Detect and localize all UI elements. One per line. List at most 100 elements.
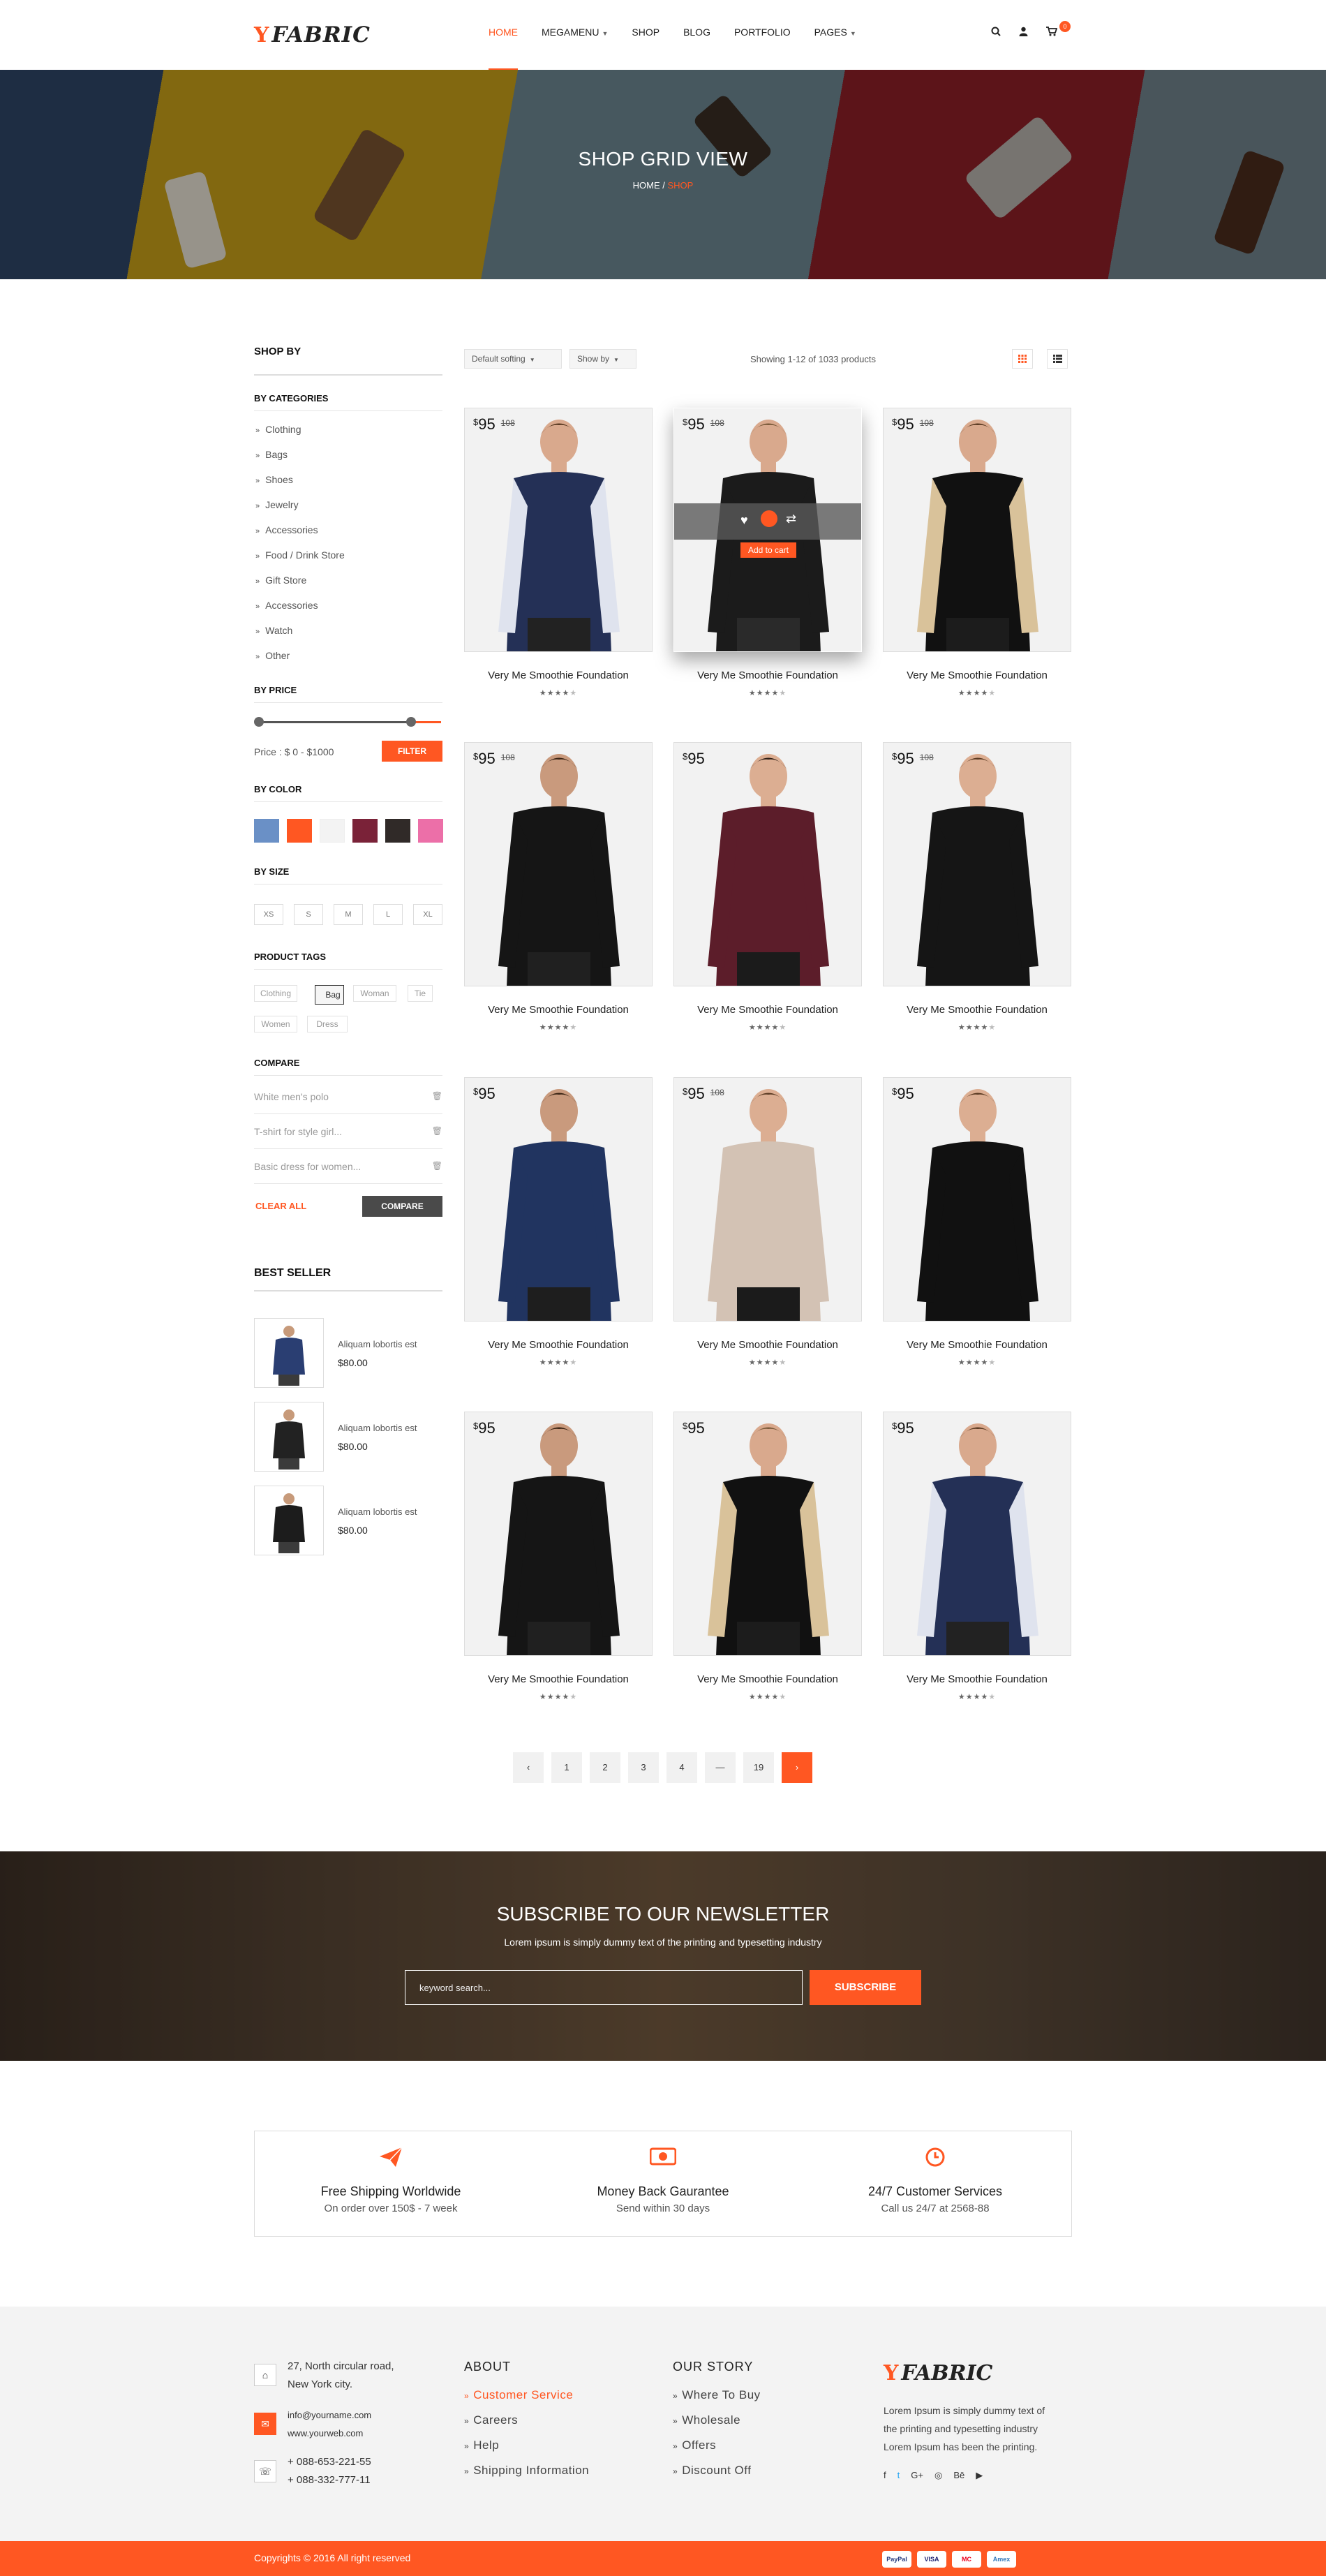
product-card[interactable]: $95 108 <box>883 742 1071 986</box>
category-item[interactable]: » Food / Drink Store <box>255 549 345 561</box>
list-view-button[interactable] <box>1047 349 1068 369</box>
footer-link[interactable]: » Help <box>464 2438 499 2452</box>
trash-icon[interactable]: 🗑 <box>432 1126 442 1136</box>
category-item[interactable]: » Shoes <box>255 474 293 485</box>
google-plus-icon[interactable]: G+ <box>911 2470 923 2481</box>
product-card[interactable]: $95 <box>883 1077 1071 1322</box>
product-name[interactable]: Very Me Smoothie Foundation <box>673 1004 862 1016</box>
footer-link[interactable]: » Customer Service <box>464 2388 573 2402</box>
product-name[interactable]: Very Me Smoothie Foundation <box>883 1004 1071 1016</box>
category-item[interactable]: » Clothing <box>255 424 301 435</box>
tag-item[interactable]: Tie <box>408 985 433 1002</box>
product-card[interactable]: $95 108 <box>464 408 653 652</box>
color-swatch[interactable] <box>287 819 312 843</box>
size-option[interactable]: S <box>294 904 323 925</box>
page-link[interactable]: 19 <box>743 1752 774 1783</box>
youtube-icon[interactable]: ▶ <box>976 2470 983 2481</box>
product-card[interactable]: $95 <box>883 1412 1071 1656</box>
product-card[interactable]: $95 108 <box>883 408 1071 652</box>
product-name[interactable]: Very Me Smoothie Foundation <box>464 1004 653 1016</box>
footer-link[interactable]: » Wholesale <box>673 2413 740 2427</box>
sort-select[interactable]: Default softing ▼ <box>464 349 562 369</box>
footer-link[interactable]: » Offers <box>673 2438 716 2452</box>
color-swatch[interactable] <box>418 819 443 843</box>
site-logo[interactable]: Y FABRIC <box>254 21 371 49</box>
page-link[interactable]: — <box>705 1752 736 1783</box>
color-swatch[interactable] <box>254 819 279 843</box>
email-address[interactable]: info@yourname.com <box>288 2406 371 2425</box>
product-name[interactable]: Very Me Smoothie Foundation <box>883 1673 1071 1685</box>
color-swatch[interactable] <box>352 819 378 843</box>
size-option[interactable]: XL <box>413 904 442 925</box>
filter-button[interactable]: FILTER <box>382 741 442 762</box>
grid-view-button[interactable] <box>1012 349 1033 369</box>
page-link[interactable]: ‹ <box>513 1752 544 1783</box>
page-link[interactable]: 4 <box>666 1752 697 1783</box>
facebook-icon[interactable]: f <box>884 2470 886 2481</box>
category-item[interactable]: » Gift Store <box>255 575 306 586</box>
tag-item[interactable]: Women <box>254 1016 297 1032</box>
best-seller-image[interactable] <box>254 1318 324 1388</box>
best-seller-image[interactable] <box>254 1402 324 1472</box>
product-name[interactable]: Very Me Smoothie Foundation <box>883 1339 1071 1351</box>
add-to-cart-button[interactable]: Add to cart <box>740 542 796 558</box>
footer-link[interactable]: » Where To Buy <box>673 2388 761 2402</box>
show-by-select[interactable]: Show by ▼ <box>569 349 636 369</box>
nav-shop[interactable]: SHOP <box>632 27 660 38</box>
product-card[interactable]: $95 108 <box>464 742 653 986</box>
compare-icon[interactable]: ⇄ <box>786 512 796 526</box>
product-card[interactable]: $95 <box>464 1412 653 1656</box>
footer-link[interactable]: » Shipping Information <box>464 2464 589 2478</box>
breadcrumb-home[interactable]: HOME <box>633 180 660 191</box>
product-card[interactable]: $95 <box>464 1077 653 1322</box>
price-slider-min-handle[interactable] <box>254 717 264 727</box>
page-link[interactable]: › <box>782 1752 812 1783</box>
product-name[interactable]: Very Me Smoothie Foundation <box>464 1673 653 1685</box>
size-option[interactable]: L <box>373 904 403 925</box>
page-link[interactable]: 1 <box>551 1752 582 1783</box>
trash-icon[interactable]: 🗑 <box>432 1161 442 1171</box>
compare-button[interactable]: COMPARE <box>362 1196 442 1217</box>
subscribe-button[interactable]: SUBSCRIBE <box>810 1970 921 2005</box>
category-item[interactable]: » Other <box>255 650 290 661</box>
color-swatch[interactable] <box>320 819 345 843</box>
category-item[interactable]: » Bags <box>255 449 288 460</box>
website-address[interactable]: www.yourweb.com <box>288 2425 363 2443</box>
best-seller-name[interactable]: Aliquam lobortis est <box>338 1339 417 1349</box>
clear-all-link[interactable]: CLEAR ALL <box>255 1201 306 1211</box>
tag-item[interactable]: Bag <box>315 985 344 1005</box>
tag-item[interactable]: Woman <box>353 985 396 1002</box>
product-name[interactable]: Very Me Smoothie Foundation <box>883 669 1071 681</box>
color-swatch[interactable] <box>385 819 410 843</box>
search-icon[interactable] <box>991 27 1001 39</box>
category-item[interactable]: » Accessories <box>255 600 318 611</box>
product-name[interactable]: Very Me Smoothie Foundation <box>673 1339 862 1351</box>
dribbble-icon[interactable]: ◎ <box>934 2470 942 2481</box>
trash-icon[interactable]: 🗑 <box>432 1091 442 1101</box>
size-option[interactable]: XS <box>254 904 283 925</box>
nav-megamenu[interactable]: MEGAMENU ▼ <box>542 27 608 38</box>
product-name[interactable]: Very Me Smoothie Foundation <box>464 669 653 681</box>
newsletter-input[interactable] <box>405 1970 803 2005</box>
page-link[interactable]: 3 <box>628 1752 659 1783</box>
product-card[interactable]: $95 108 <box>673 1077 862 1322</box>
best-seller-name[interactable]: Aliquam lobortis est <box>338 1423 417 1433</box>
product-card[interactable]: $95 <box>673 742 862 986</box>
footer-logo[interactable]: Y FABRIC <box>884 2361 992 2385</box>
nav-home[interactable]: HOME <box>489 27 518 71</box>
behance-icon[interactable]: Bē <box>953 2470 964 2481</box>
category-item[interactable]: » Watch <box>255 625 292 636</box>
product-name[interactable]: Very Me Smoothie Foundation <box>673 669 862 681</box>
product-card[interactable]: $95 <box>673 1412 862 1656</box>
footer-link[interactable]: » Careers <box>464 2413 518 2427</box>
nav-pages[interactable]: PAGES ▼ <box>814 27 856 38</box>
product-name[interactable]: Very Me Smoothie Foundation <box>673 1673 862 1685</box>
nav-blog[interactable]: BLOG <box>683 27 710 38</box>
size-option[interactable]: M <box>334 904 363 925</box>
cart-icon[interactable] <box>1046 27 1058 39</box>
eye-icon[interactable] <box>761 510 777 527</box>
nav-portfolio[interactable]: PORTFOLIO <box>734 27 791 38</box>
best-seller-image[interactable] <box>254 1486 324 1555</box>
category-item[interactable]: » Jewelry <box>255 499 299 510</box>
category-item[interactable]: » Accessories <box>255 524 318 535</box>
